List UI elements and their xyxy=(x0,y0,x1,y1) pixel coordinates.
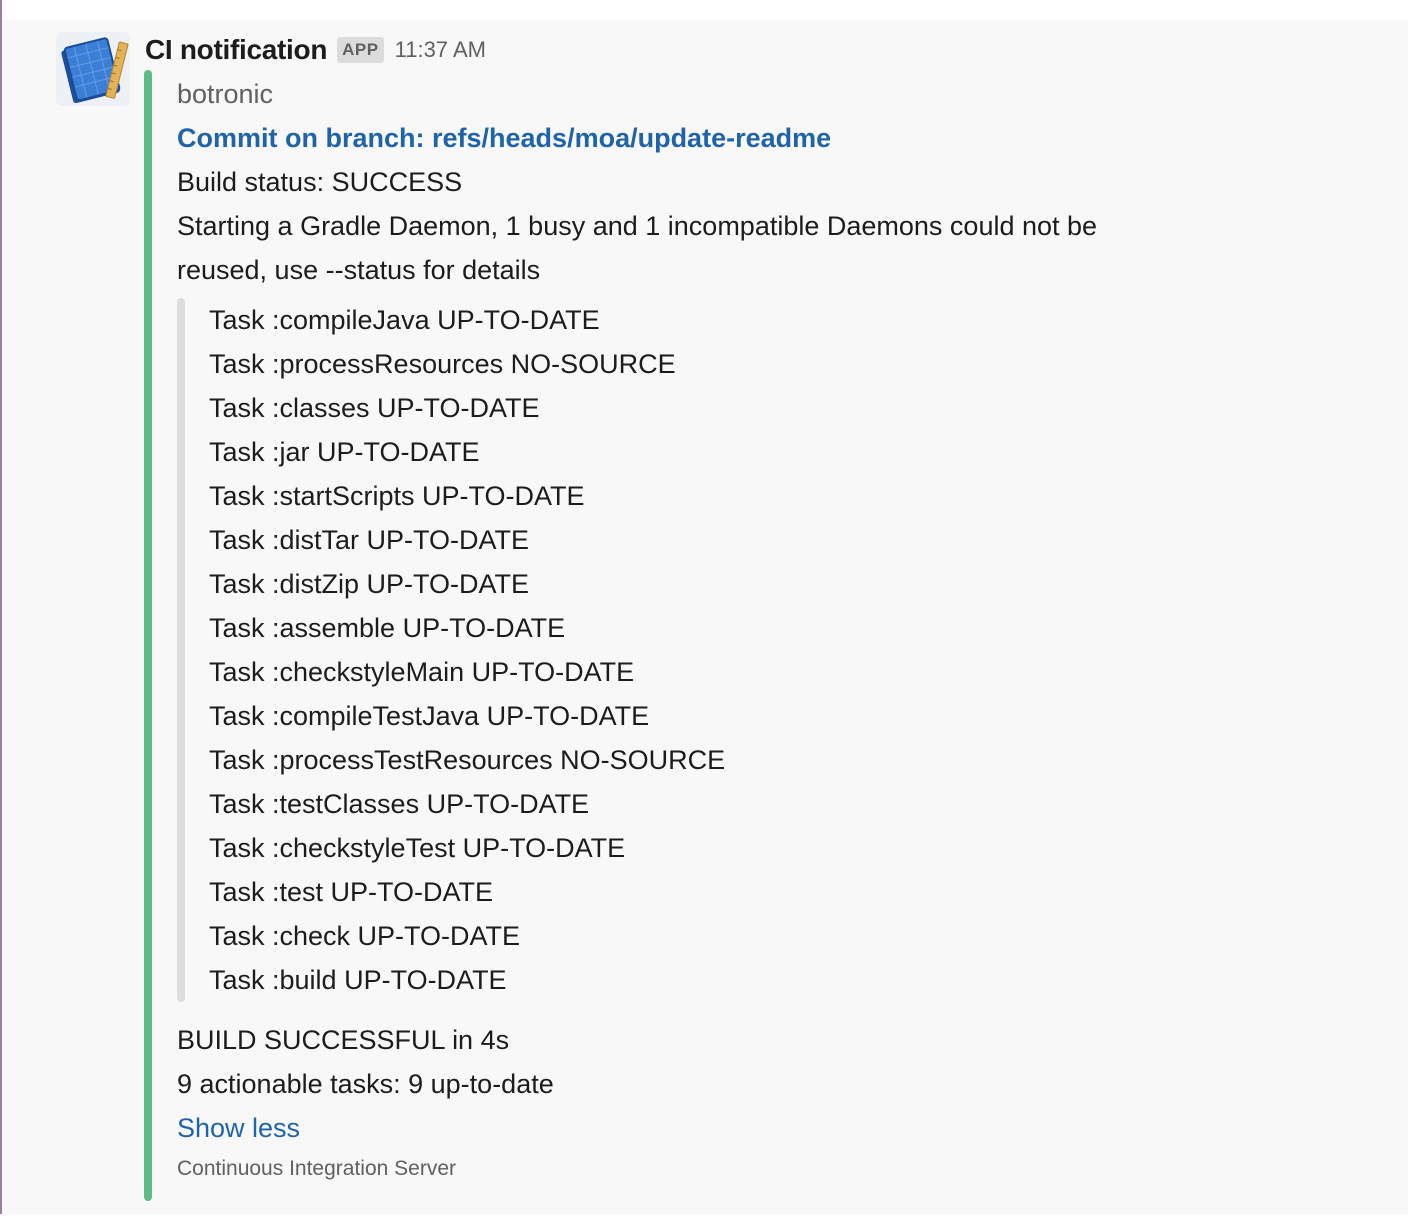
task-line: Task :startScripts UP-TO-DATE xyxy=(209,481,585,511)
attachment-accent-bar xyxy=(144,70,152,1201)
attachment-title-link[interactable]: Commit on branch: refs/heads/moa/update-… xyxy=(177,116,1357,160)
attachment: botronic Commit on branch: refs/heads/mo… xyxy=(177,72,1357,1184)
summary-line: BUILD SUCCESSFUL in 4s xyxy=(177,1025,510,1055)
task-line: Task :processTestResources NO-SOURCE xyxy=(209,745,726,775)
avatar[interactable] xyxy=(56,32,130,106)
task-line: Task :checkstyleMain UP-TO-DATE xyxy=(209,657,635,687)
text-line: Starting a Gradle Daemon, 1 busy and 1 i… xyxy=(177,211,1098,241)
summary-line: 9 actionable tasks: 9 up-to-date xyxy=(177,1069,554,1099)
message-item[interactable]: CI notification APP 11:37 AM botronic Co… xyxy=(2,20,1408,1214)
task-line: Task :check UP-TO-DATE xyxy=(209,921,521,951)
sender-name[interactable]: CI notification xyxy=(145,34,327,66)
task-line: Task :build UP-TO-DATE xyxy=(209,965,507,995)
app-badge: APP xyxy=(337,37,384,63)
blockquote-bar xyxy=(177,298,185,1002)
task-line: Task :processResources NO-SOURCE xyxy=(209,349,676,379)
message-header: CI notification APP 11:37 AM xyxy=(145,30,486,70)
attachment-footer: Continuous Integration Server xyxy=(177,1157,456,1180)
message-timestamp[interactable]: 11:37 AM xyxy=(395,37,486,63)
task-line: Task :jar UP-TO-DATE xyxy=(209,437,480,467)
task-line: Task :checkstyleTest UP-TO-DATE xyxy=(209,833,626,863)
text-line: reused, use --status for details xyxy=(177,255,541,285)
task-line: Task :classes UP-TO-DATE xyxy=(209,393,540,423)
task-line: Task :test UP-TO-DATE xyxy=(209,877,494,907)
task-line: Task :compileTestJava UP-TO-DATE xyxy=(209,701,650,731)
task-line: Task :distTar UP-TO-DATE xyxy=(209,525,530,555)
show-less-link[interactable]: Show less xyxy=(177,1106,1357,1150)
blueprint-book-icon xyxy=(56,32,130,106)
task-line: Task :compileJava UP-TO-DATE xyxy=(209,305,600,335)
task-line: Task :testClasses UP-TO-DATE xyxy=(209,789,590,819)
task-line: Task :distZip UP-TO-DATE xyxy=(209,569,530,599)
task-line: Task :assemble UP-TO-DATE xyxy=(209,613,566,643)
text-line: Build status: SUCCESS xyxy=(177,167,463,197)
task-blockquote: Task :compileJava UP-TO-DATE Task :proce… xyxy=(177,298,1357,1002)
attachment-author: botronic xyxy=(177,79,274,109)
bottom-divider xyxy=(0,1214,1408,1232)
top-divider xyxy=(0,0,1408,20)
